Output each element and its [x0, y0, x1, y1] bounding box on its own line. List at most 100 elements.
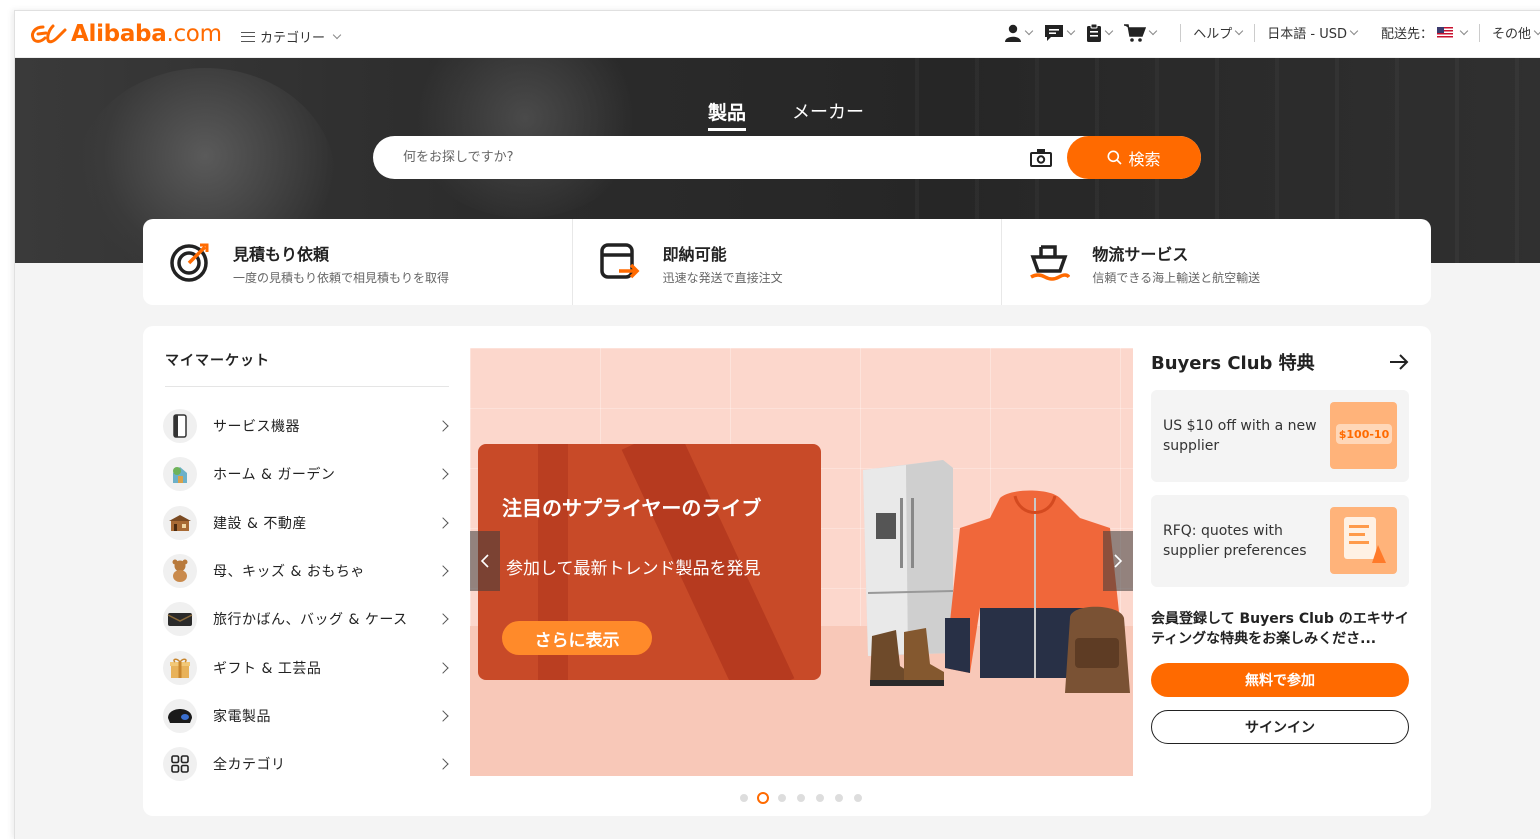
backpack-image: [1065, 606, 1130, 693]
promo-title: 注目のサプライヤーのライブ: [502, 496, 762, 520]
search-input[interactable]: [403, 136, 1003, 179]
category-label: ホーム & ガーデン: [213, 467, 336, 484]
logo-suffix: .com: [166, 21, 222, 47]
carousel-prev-button[interactable]: [470, 531, 500, 591]
carousel-dot[interactable]: [776, 792, 788, 804]
feature-title: 物流サービス: [1092, 245, 1189, 264]
category-label: 母、キッズ & おもちゃ: [213, 564, 365, 581]
help-menu[interactable]: ヘルプ: [1193, 23, 1244, 42]
rfq-document-image: [1330, 507, 1397, 574]
alibaba-logo-icon: [31, 24, 67, 44]
ship-to-menu[interactable]: 配送先：: [1380, 23, 1469, 42]
category-label: 全カテゴリ: [213, 757, 286, 774]
feature-subtitle: 信頼できる海上輸送と航空輸送: [1092, 271, 1261, 285]
feature-title: 見積もり依頼: [233, 245, 330, 264]
club-offer-card[interactable]: US $10 off with a new supplier $100-10: [1151, 390, 1409, 482]
category-item[interactable]: 旅行かばん、バッグ & ケース: [163, 595, 453, 643]
main-content-card: マイマーケット サービス機器 ホーム & ガーデン 建設 & 不動産 母、キッズ…: [143, 326, 1431, 816]
sign-in-button[interactable]: サインイン: [1151, 710, 1409, 744]
promo-box: 注目のサプライヤーのライブ 参加して最新トレンド製品を発見 さらに表示: [478, 444, 821, 680]
buyers-club-header: Buyers Club 特典: [1151, 348, 1409, 376]
menu-icon: [241, 31, 255, 42]
buyers-club-panel: Buyers Club 特典 US $10 off with a new sup…: [1151, 348, 1409, 744]
tab-products[interactable]: 製品: [708, 98, 747, 131]
home-garden-icon: [163, 457, 197, 492]
cart-icon: [1124, 23, 1147, 42]
category-menu[interactable]: カテゴリー: [241, 27, 342, 46]
category-item[interactable]: ホーム & ガーデン: [163, 450, 453, 498]
boots-image: [870, 628, 944, 686]
join-free-button[interactable]: 無料で参加: [1151, 663, 1409, 697]
category-label: 家電製品: [213, 708, 271, 725]
fast-dispatch-icon: [599, 243, 640, 279]
more-menu[interactable]: その他: [1492, 23, 1540, 42]
chevron-down-icon: [1459, 26, 1469, 36]
divider: [1478, 23, 1480, 42]
promo-carousel[interactable]: 注目のサプライヤーのライブ 参加して最新トレンド製品を発見 さらに表示: [470, 348, 1133, 776]
feature-subtitle: 迅速な発送で直接注文: [662, 271, 783, 285]
account-menu[interactable]: [1004, 24, 1034, 42]
buyers-club-title: Buyers Club 特典: [1151, 353, 1315, 374]
search-button[interactable]: 検索: [1067, 136, 1201, 179]
carousel-dots: [738, 792, 864, 804]
cart-menu[interactable]: [1124, 23, 1158, 42]
chevron-right-icon: [437, 420, 449, 432]
target-icon: [170, 243, 209, 282]
category-item[interactable]: ギフト & 工芸品: [163, 643, 453, 691]
carousel-dot[interactable]: [833, 792, 845, 804]
arrow-right-icon[interactable]: [1389, 354, 1409, 370]
help-label: ヘルプ: [1193, 27, 1233, 42]
carousel-dot-active[interactable]: [757, 792, 769, 804]
chevron-down-icon: [1024, 26, 1034, 36]
orders-menu[interactable]: [1086, 23, 1114, 42]
carousel-next-button[interactable]: [1103, 531, 1133, 591]
chevron-right-icon: [437, 468, 449, 481]
category-label: サービス機器: [213, 419, 300, 436]
chevron-down-icon: [1066, 26, 1076, 36]
ship-icon: [1030, 245, 1071, 281]
ship-to-label: 配送先：: [1380, 27, 1433, 42]
promo-subtitle: 参加して最新トレンド製品を発見: [506, 559, 761, 579]
chevron-right-icon: [437, 517, 449, 529]
category-item[interactable]: 全カテゴリ: [163, 740, 453, 788]
chevron-right-icon: [437, 565, 449, 577]
category-item[interactable]: 家電製品: [163, 692, 453, 740]
user-icon: [1005, 24, 1022, 42]
carousel-dot[interactable]: [852, 792, 864, 804]
chevron-right-icon: [437, 613, 449, 625]
carousel-dot[interactable]: [814, 792, 826, 804]
search-bar: 検索: [373, 136, 1201, 179]
my-market-title: マイマーケット: [165, 353, 270, 369]
category-label: 旅行かばん、バッグ & ケース: [213, 612, 408, 629]
category-item[interactable]: 母、キッズ & おもちゃ: [163, 547, 453, 595]
message-icon: [1045, 24, 1064, 41]
category-item[interactable]: 建設 & 不動産: [163, 499, 453, 547]
feature-ready-to-ship[interactable]: 即納可能 迅速な発送で直接注文: [573, 219, 1003, 305]
language-currency-menu[interactable]: 日本語 - USD: [1267, 23, 1359, 42]
carousel-dot[interactable]: [738, 792, 750, 804]
camera-icon[interactable]: [1029, 148, 1053, 168]
category-menu-label: カテゴリー: [260, 31, 326, 46]
feature-rfq[interactable]: 見積もり依頼 一度の見積もり依頼で相見積もりを取得: [143, 219, 573, 305]
see-more-button[interactable]: さらに表示: [502, 621, 652, 655]
right-navigation: ヘルプ 日本語 - USD 配送先： その他: [1004, 23, 1540, 42]
tab-manufacturers[interactable]: メーカー: [792, 98, 864, 131]
category-item[interactable]: サービス機器: [163, 402, 453, 450]
logo-text: Alibaba.com: [71, 21, 222, 47]
carousel-dot[interactable]: [795, 792, 807, 804]
alibaba-logo[interactable]: Alibaba.com: [29, 21, 222, 47]
chevron-left-icon: [480, 554, 489, 568]
chevron-right-icon: [437, 661, 449, 674]
feature-logistics[interactable]: 物流サービス 信頼できる海上輸送と航空輸送: [1002, 219, 1431, 305]
construction-icon: [163, 505, 197, 540]
chevron-down-icon: [1148, 26, 1158, 36]
chevron-right-icon: [437, 710, 449, 722]
gift-icon: [163, 650, 197, 685]
club-offer-text: US $10 off with a new supplier: [1163, 418, 1317, 454]
messages-menu[interactable]: [1044, 24, 1076, 42]
chevron-right-icon: [1114, 554, 1123, 568]
club-offer-card[interactable]: RFQ: quotes with supplier preferences: [1151, 495, 1409, 587]
browser-page: Alibaba.com カテゴリー ヘルプ 日本語 - USD 配送先： その他…: [14, 10, 1540, 839]
feature-title: 即納可能: [662, 245, 727, 264]
divider: [165, 386, 449, 387]
